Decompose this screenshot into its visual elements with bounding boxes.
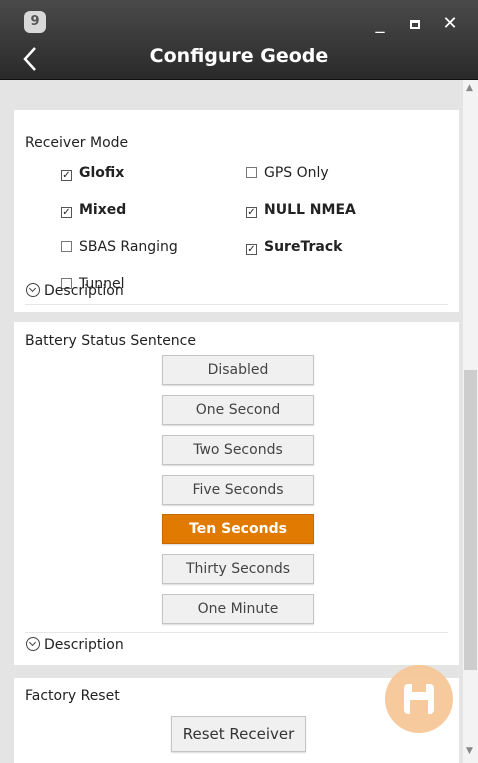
- page-title: Configure Geode: [149, 45, 329, 67]
- checkbox-box: ✓: [246, 207, 257, 218]
- checkbox-sbas-ranging[interactable]: SBAS Ranging: [61, 239, 178, 255]
- checkbox-box: ✓: [61, 207, 72, 218]
- checkbox-box: [61, 241, 72, 252]
- save-icon: [404, 684, 434, 714]
- option-thirty-seconds[interactable]: Thirty Seconds: [162, 554, 314, 584]
- option-disabled[interactable]: Disabled: [162, 355, 314, 385]
- receiver-mode-description-toggle[interactable]: Description: [26, 283, 124, 299]
- reset-receiver-button[interactable]: Reset Receiver: [171, 716, 306, 752]
- description-label: Description: [44, 283, 124, 299]
- checkbox-mixed[interactable]: ✓ Mixed: [61, 202, 126, 218]
- chevron-down-circle-icon: [26, 637, 40, 651]
- option-one-minute[interactable]: One Minute: [162, 594, 314, 624]
- checkbox-gps-only[interactable]: GPS Only: [246, 165, 329, 181]
- receiver-mode-title: Receiver Mode: [25, 135, 129, 151]
- scroll-down-arrow-icon[interactable]: ▼: [466, 746, 473, 756]
- checkbox-label: SBAS Ranging: [79, 239, 178, 255]
- title-bar: 9 _ ✕ Configure Geode: [0, 0, 478, 80]
- description-label: Description: [44, 637, 124, 653]
- factory-reset-title: Factory Reset: [25, 688, 120, 704]
- battery-status-title: Battery Status Sentence: [25, 333, 196, 349]
- checkbox-glofix[interactable]: ✓ Glofix: [61, 165, 124, 181]
- checkbox-label: Mixed: [79, 202, 127, 218]
- checkbox-box: [246, 167, 257, 178]
- scrollbar-thumb[interactable]: [464, 370, 477, 670]
- option-ten-seconds[interactable]: Ten Seconds: [162, 514, 314, 544]
- checkbox-suretrack[interactable]: ✓ SureTrack: [246, 239, 342, 255]
- chevron-down-circle-icon: [26, 283, 40, 297]
- checkbox-null-nmea[interactable]: ✓ NULL NMEA: [246, 202, 356, 218]
- settings-panel: Receiver Mode ✓ Glofix GPS Only ✓ Mixed ✓ N…: [0, 80, 478, 763]
- maximize-button[interactable]: [405, 14, 425, 34]
- checkbox-box: ✓: [61, 170, 72, 181]
- battery-description-toggle[interactable]: Description: [26, 637, 124, 653]
- close-button[interactable]: ✕: [440, 14, 460, 34]
- minimize-button[interactable]: _: [370, 14, 390, 34]
- checkbox-label: Glofix: [79, 165, 125, 181]
- app-window: 9 _ ✕ Configure Geode Receiver Mode ✓ Glo…: [0, 0, 478, 763]
- receiver-mode-card: Receiver Mode ✓ Glofix GPS Only ✓ Mixed ✓ N…: [14, 110, 459, 312]
- option-five-seconds[interactable]: Five Seconds: [162, 475, 314, 505]
- option-two-seconds[interactable]: Two Seconds: [162, 435, 314, 465]
- maximize-icon: [410, 19, 420, 29]
- option-one-second[interactable]: One Second: [162, 395, 314, 425]
- checkbox-box: ✓: [246, 244, 257, 255]
- scroll-up-arrow-icon[interactable]: ▲: [466, 83, 473, 93]
- save-button[interactable]: [385, 665, 453, 733]
- checkbox-label: NULL NMEA: [264, 202, 356, 218]
- divider: [25, 632, 448, 633]
- battery-status-card: Battery Status Sentence Disabled One Sec…: [14, 322, 459, 665]
- checkbox-label: GPS Only: [264, 165, 329, 181]
- checkbox-label: SureTrack: [264, 239, 343, 255]
- app-icon: 9: [24, 11, 46, 33]
- divider: [25, 304, 448, 305]
